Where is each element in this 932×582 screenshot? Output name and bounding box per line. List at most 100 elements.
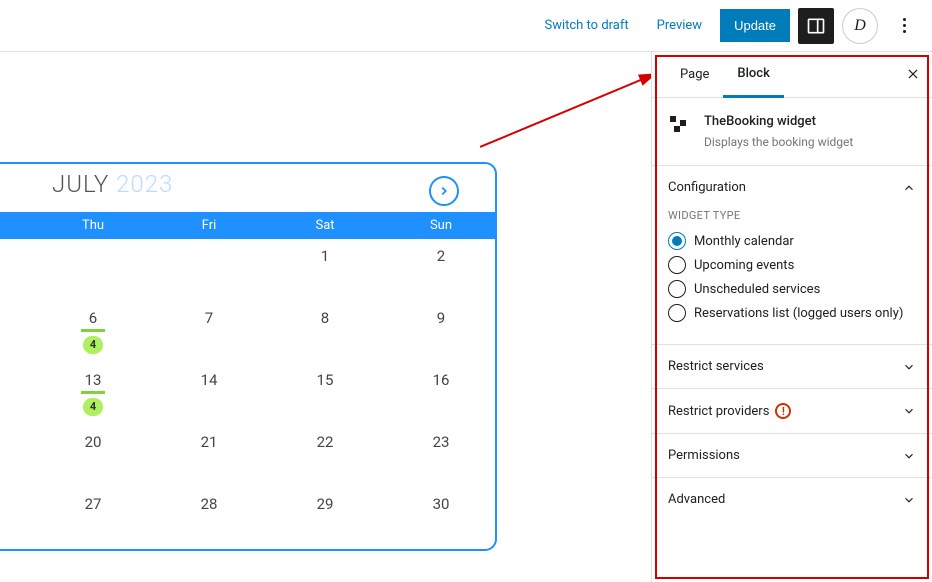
chevron-right-icon — [437, 184, 451, 198]
widget-type-option[interactable]: Reservations list (logged users only) — [668, 304, 916, 322]
booking-count-badge: 4 — [83, 398, 103, 416]
calendar-day-number: 6 — [35, 309, 151, 327]
radio-label: Unscheduled services — [694, 282, 820, 297]
day-header: Fri — [151, 212, 267, 239]
calendar-grid: 12647891341415162021222327282930 — [0, 239, 495, 549]
calendar-year: 2023 — [116, 170, 173, 198]
calendar-cell[interactable]: 22 — [267, 425, 383, 487]
booking-count-badge: 4 — [83, 336, 103, 354]
editor-topbar: Switch to draft Preview Update D — [0, 0, 932, 52]
calendar-row: 12 — [0, 239, 495, 301]
availability-indicator — [81, 329, 105, 332]
preview-link[interactable]: Preview — [647, 10, 712, 41]
calendar-day-number: 27 — [35, 495, 151, 513]
panel-advanced: Advanced — [652, 478, 932, 521]
calendar-next-button[interactable] — [429, 176, 459, 206]
calendar-cell[interactable]: 15 — [267, 363, 383, 425]
calendar-cell[interactable]: 21 — [151, 425, 267, 487]
calendar-cell[interactable]: 30 — [383, 487, 497, 549]
calendar-month: JULY — [52, 170, 109, 198]
panel-restrict-providers-header[interactable]: Restrict providers ! — [652, 389, 932, 433]
radio-icon — [668, 304, 686, 322]
availability-indicator — [81, 391, 105, 394]
update-button[interactable]: Update — [720, 9, 790, 42]
calendar-cell[interactable]: 23 — [383, 425, 497, 487]
panel-restrict-services-header[interactable]: Restrict services — [652, 345, 932, 388]
calendar-cell[interactable]: 2 — [383, 239, 497, 301]
calendar-day-number: 29 — [267, 495, 383, 513]
panel-title: Advanced — [668, 492, 725, 507]
calendar-row: 64789 — [0, 301, 495, 363]
calendar-cell[interactable]: 16 — [383, 363, 497, 425]
calendar-cell — [35, 239, 151, 301]
calendar-day-number: 16 — [383, 371, 497, 389]
radio-icon — [668, 280, 686, 298]
calendar-cell[interactable]: 134 — [35, 363, 151, 425]
calendar-day-number: 28 — [151, 495, 267, 513]
radio-label: Monthly calendar — [694, 234, 794, 249]
calendar-day-number: 21 — [151, 433, 267, 451]
close-icon — [906, 67, 920, 81]
panel-permissions-header[interactable]: Permissions — [652, 434, 932, 477]
calendar-cell[interactable]: 1 — [267, 239, 383, 301]
panel-title: Restrict services — [668, 359, 764, 374]
calendar-cell[interactable]: 28 — [151, 487, 267, 549]
calendar-day-number: 9 — [383, 309, 497, 327]
panel-permissions: Permissions — [652, 434, 932, 478]
chevron-up-icon — [902, 181, 916, 195]
warning-icon: ! — [775, 403, 791, 419]
block-description: Displays the booking widget — [704, 135, 853, 149]
more-menu-button[interactable] — [886, 8, 922, 44]
calendar-day-number: 7 — [151, 309, 267, 327]
panel-advanced-header[interactable]: Advanced — [652, 478, 932, 521]
calendar-cell[interactable]: 8 — [267, 301, 383, 363]
view-sidebar-button[interactable] — [798, 8, 834, 44]
panel-restrict-providers: Restrict providers ! — [652, 389, 932, 434]
panel-title: Restrict providers — [668, 404, 769, 419]
calendar-cell[interactable]: 27 — [35, 487, 151, 549]
widget-type-option[interactable]: Monthly calendar — [668, 232, 916, 250]
calendar-day-number: 2 — [383, 247, 497, 265]
calendar-header: JULY 2023 — [0, 164, 495, 212]
calendar-row: 20212223 — [0, 425, 495, 487]
chevron-down-icon — [902, 493, 916, 507]
calendar-cell[interactable]: 20 — [35, 425, 151, 487]
calendar-day-number: 20 — [35, 433, 151, 451]
calendar-cell — [151, 239, 267, 301]
sidebar-tabs: Page Block — [652, 52, 932, 98]
day-header: Sat — [267, 212, 383, 239]
panel-configuration-header[interactable]: Configuration — [652, 166, 932, 209]
panel-restrict-services: Restrict services — [652, 345, 932, 389]
chevron-down-icon — [902, 449, 916, 463]
calendar-day-number: 22 — [267, 433, 383, 451]
switch-to-draft-link[interactable]: Switch to draft — [534, 10, 638, 41]
panel-configuration-body: WIDGET TYPE Monthly calendarUpcoming eve… — [652, 209, 932, 344]
divi-icon: D — [854, 17, 866, 35]
widget-type-option[interactable]: Unscheduled services — [668, 280, 916, 298]
block-title: TheBooking widget — [704, 114, 853, 129]
block-info: TheBooking widget Displays the booking w… — [652, 98, 932, 166]
tab-page[interactable]: Page — [666, 53, 723, 96]
calendar-cell[interactable]: 7 — [151, 301, 267, 363]
divi-button[interactable]: D — [842, 8, 878, 44]
tab-block[interactable]: Block — [723, 52, 783, 98]
calendar-day-number: 1 — [267, 247, 383, 265]
calendar-cell[interactable]: 64 — [35, 301, 151, 363]
calendar-row: 134141516 — [0, 363, 495, 425]
close-sidebar-button[interactable] — [906, 66, 920, 85]
panel-configuration: Configuration WIDGET TYPE Monthly calend… — [652, 166, 932, 345]
calendar-day-number: 23 — [383, 433, 497, 451]
radio-icon — [668, 256, 686, 274]
calendar-cell[interactable]: 14 — [151, 363, 267, 425]
day-header: Sun — [383, 212, 497, 239]
calendar-day-number: 15 — [267, 371, 383, 389]
calendar-day-number: 8 — [267, 309, 383, 327]
calendar-cell[interactable]: 29 — [267, 487, 383, 549]
calendar-cell[interactable]: 9 — [383, 301, 497, 363]
settings-sidebar: Page Block TheBooking widget Displays th… — [651, 52, 932, 582]
radio-icon — [668, 232, 686, 250]
calendar-day-headers: Thu Fri Sat Sun — [0, 212, 495, 239]
sidebar-icon — [806, 16, 826, 36]
widget-type-option[interactable]: Upcoming events — [668, 256, 916, 274]
annotation-arrow — [480, 62, 670, 162]
